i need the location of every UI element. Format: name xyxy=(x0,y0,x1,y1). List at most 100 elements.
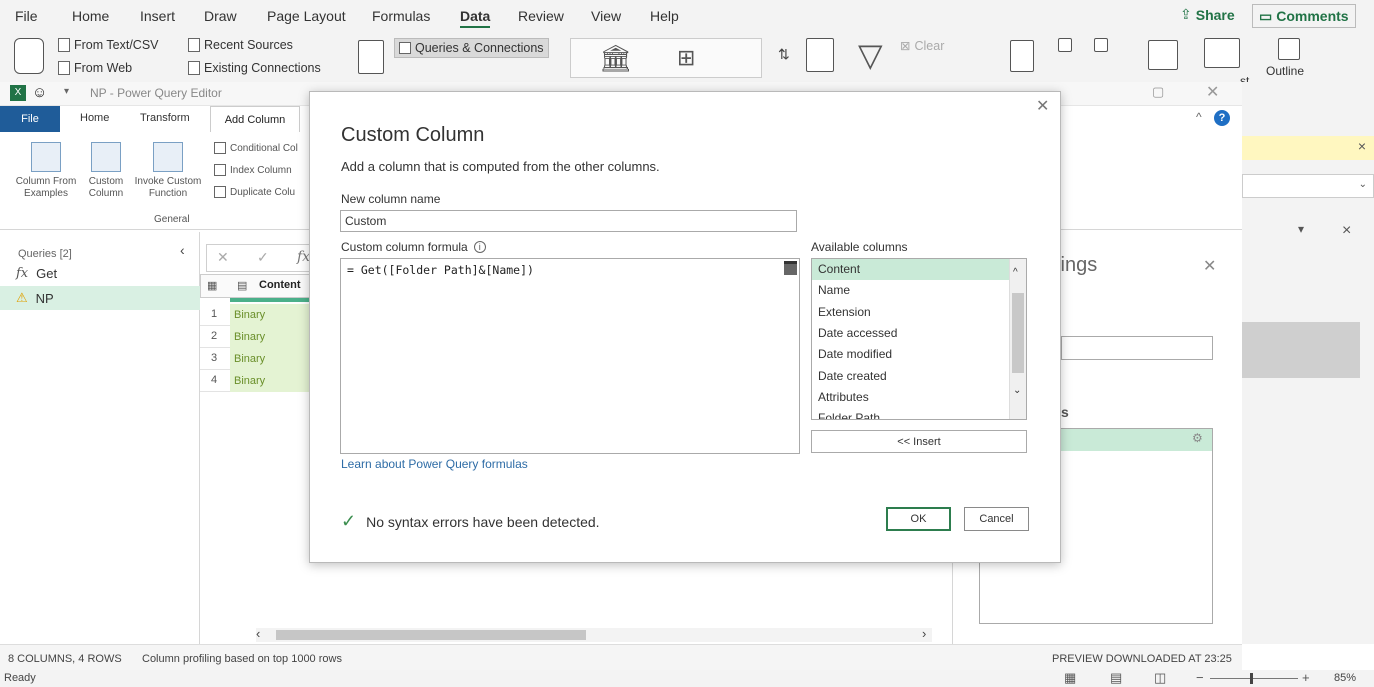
query-get[interactable]: fx Get xyxy=(16,266,57,281)
menu-home[interactable]: Home xyxy=(72,8,109,24)
close-window-icon[interactable]: ✕ xyxy=(1206,82,1219,102)
tab-file[interactable]: File xyxy=(0,106,60,132)
column-option-date-modified[interactable]: Date modified xyxy=(812,344,1009,365)
filter-icon[interactable]: ▽ xyxy=(858,36,883,74)
queries-connections-button[interactable]: Queries & Connections xyxy=(394,38,549,58)
clear-filter-button[interactable]: ⊠ Clear xyxy=(900,38,944,54)
recent-sources-button[interactable]: Recent Sources xyxy=(188,38,293,52)
table-row[interactable]: 4 Binary xyxy=(200,370,310,392)
cancel-button[interactable]: Cancel xyxy=(964,507,1029,531)
cell-binary[interactable]: Binary xyxy=(230,304,310,326)
page-layout-icon[interactable]: ▤ xyxy=(1110,670,1122,686)
menu-formulas[interactable]: Formulas xyxy=(372,8,430,24)
get-data-icon[interactable] xyxy=(14,38,44,74)
close-pane-icon[interactable]: × xyxy=(1342,222,1351,240)
info-icon[interactable]: i xyxy=(473,241,486,253)
table-menu-icon[interactable]: ▦ xyxy=(207,279,217,292)
cell-binary[interactable]: Binary xyxy=(230,348,310,370)
consolidate-icon[interactable] xyxy=(1094,38,1108,52)
menu-file[interactable]: File xyxy=(15,8,38,24)
page-break-icon[interactable]: ◫ xyxy=(1154,670,1166,686)
tab-add-column[interactable]: Add Column xyxy=(210,106,300,132)
learn-formulas-link[interactable]: Learn about Power Query formulas xyxy=(341,457,528,471)
invoke-custom-function-button[interactable]: Invoke Custom Function xyxy=(130,142,206,200)
sort-az-icon[interactable]: ⇅ xyxy=(778,46,790,63)
collapse-ribbon-icon[interactable]: ^ xyxy=(1196,110,1202,124)
collapse-pane-icon[interactable]: ‹ xyxy=(180,242,185,258)
columns-list-scrollbar[interactable]: ^ ⌄ xyxy=(1009,259,1026,419)
query-np[interactable]: ⚠ NP xyxy=(16,290,54,306)
custom-column-button[interactable]: Custom Column xyxy=(84,142,128,200)
column-option-name[interactable]: Name xyxy=(812,280,1009,301)
quick-access-dropdown-icon[interactable]: ▾ xyxy=(64,86,69,97)
zoom-in-icon[interactable]: + xyxy=(1302,670,1310,685)
menu-page-layout[interactable]: Page Layout xyxy=(267,8,346,24)
help-icon[interactable]: ? xyxy=(1214,110,1230,126)
column-option-attributes[interactable]: Attributes xyxy=(812,387,1009,408)
column-header-content[interactable]: Content xyxy=(259,279,301,291)
refresh-all-icon[interactable] xyxy=(358,40,384,74)
what-if-analysis-icon[interactable] xyxy=(1148,40,1178,70)
zoom-out-icon[interactable]: − xyxy=(1196,670,1204,685)
conditional-column-button[interactable]: Conditional Col xyxy=(214,142,298,154)
menu-review[interactable]: Review xyxy=(518,8,564,24)
text-to-columns-icon[interactable] xyxy=(1010,40,1034,72)
flash-fill-icon[interactable] xyxy=(1058,38,1072,52)
from-text-csv-button[interactable]: From Text/CSV xyxy=(58,38,159,52)
scrollbar-thumb[interactable] xyxy=(1012,293,1024,373)
column-option-extension[interactable]: Extension xyxy=(812,302,1009,323)
outline-button[interactable]: Outline xyxy=(1262,36,1318,84)
forecast-sheet-icon[interactable] xyxy=(1204,38,1240,68)
query-name-field[interactable] xyxy=(1061,336,1213,360)
scroll-right-icon[interactable]: › xyxy=(922,626,926,641)
close-message-icon[interactable]: × xyxy=(1358,138,1366,154)
gear-icon[interactable]: ⚙ xyxy=(1192,431,1203,445)
menu-insert[interactable]: Insert xyxy=(140,8,175,24)
dropdown-icon[interactable]: ▾ xyxy=(1298,222,1304,236)
name-box[interactable]: ⌄ xyxy=(1242,174,1374,198)
available-columns-list[interactable]: Content Name Extension Date accessed Dat… xyxy=(811,258,1027,420)
new-column-name-input[interactable] xyxy=(340,210,797,232)
column-option-date-accessed[interactable]: Date accessed xyxy=(812,323,1009,344)
column-option-content[interactable]: Content xyxy=(812,259,1009,280)
share-button[interactable]: ⇪ Share xyxy=(1180,6,1235,23)
normal-view-icon[interactable]: ▦ xyxy=(1064,670,1076,686)
column-from-examples-button[interactable]: Column From Examples xyxy=(10,142,82,200)
cell-binary[interactable]: Binary xyxy=(230,370,310,392)
scroll-down-icon[interactable]: ⌄ xyxy=(1013,385,1021,396)
menu-help[interactable]: Help xyxy=(650,8,679,24)
close-settings-icon[interactable]: ✕ xyxy=(1203,256,1216,276)
menu-draw[interactable]: Draw xyxy=(204,8,237,24)
cell-binary[interactable]: Binary xyxy=(230,326,310,348)
custom-column-formula-input[interactable]: = Get([Folder Path]&[Name]) xyxy=(340,258,800,454)
vertical-scrollbar[interactable] xyxy=(784,261,797,275)
pq-formula-bar[interactable]: ✕ ✓ fx xyxy=(206,244,316,272)
table-row[interactable]: 1 Binary xyxy=(200,304,310,326)
zoom-level[interactable]: 85% xyxy=(1334,672,1356,684)
menu-data[interactable]: Data xyxy=(460,8,491,28)
confirm-formula-icon[interactable]: ✓ xyxy=(257,249,269,266)
profiling-status[interactable]: Column profiling based on top 1000 rows xyxy=(142,653,342,665)
close-dialog-icon[interactable]: ✕ xyxy=(1036,96,1049,116)
insert-button[interactable]: << Insert xyxy=(811,430,1027,453)
data-types-gallery[interactable]: 🏛 ⊞ xyxy=(570,38,762,78)
column-option-folder-path[interactable]: Folder Path xyxy=(812,408,1009,419)
cancel-formula-icon[interactable]: ✕ xyxy=(217,249,229,266)
scrollbar-thumb[interactable] xyxy=(276,630,586,640)
column-option-date-created[interactable]: Date created xyxy=(812,366,1009,387)
ok-button[interactable]: OK xyxy=(886,507,951,531)
tab-transform[interactable]: Transform xyxy=(140,112,190,124)
tab-home[interactable]: Home xyxy=(80,112,109,124)
existing-connections-button[interactable]: Existing Connections xyxy=(188,61,321,75)
horizontal-scrollbar[interactable]: ‹ › xyxy=(256,626,932,642)
zoom-slider[interactable] xyxy=(1210,673,1298,684)
scroll-left-icon[interactable]: ‹ xyxy=(256,626,260,641)
zoom-slider-thumb[interactable] xyxy=(1250,673,1253,684)
table-row[interactable]: 2 Binary xyxy=(200,326,310,348)
smiley-icon[interactable]: ☺ xyxy=(32,84,47,101)
table-row[interactable]: 3 Binary xyxy=(200,348,310,370)
duplicate-column-button[interactable]: Duplicate Colu xyxy=(214,186,295,198)
comments-button[interactable]: ▭ Comments xyxy=(1252,4,1356,28)
menu-view[interactable]: View xyxy=(591,8,621,24)
index-column-button[interactable]: Index Column xyxy=(214,164,292,176)
